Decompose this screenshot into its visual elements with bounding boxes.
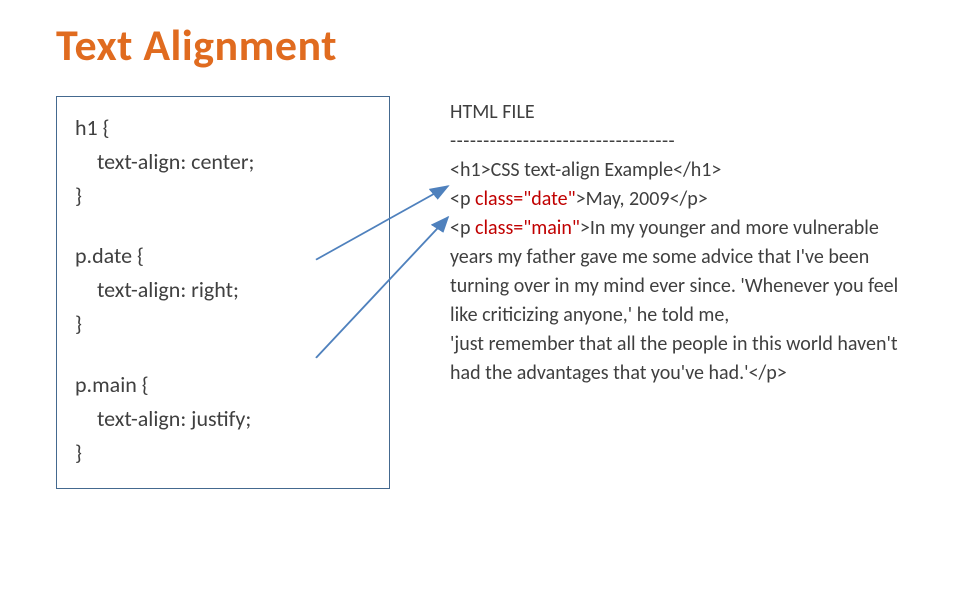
- tag-attr: class="date": [475, 187, 576, 211]
- html-line-main-cont: 'just remember that all the people in th…: [450, 330, 904, 388]
- css-selector: h1 {: [75, 114, 110, 141]
- css-selector: p.main {: [75, 371, 149, 398]
- slide-title: Text Alignment: [56, 18, 904, 72]
- css-rule-h1: h1 { text-align: center; }: [75, 111, 371, 213]
- tag-close: </p>: [749, 361, 787, 385]
- html-header: HTML FILE: [450, 98, 904, 127]
- tag-text: 'just remember that all the people in th…: [450, 332, 898, 385]
- css-code-box: h1 { text-align: center; } p.date { text…: [56, 96, 390, 489]
- slide: Text Alignment h1 { text-align: center; …: [0, 0, 960, 600]
- tag-close: </p>: [670, 187, 708, 211]
- tag-open: <p: [450, 216, 475, 240]
- content-row: h1 { text-align: center; } p.date { text…: [56, 96, 904, 489]
- tag-gt: >: [576, 187, 586, 211]
- css-rule-main: p.main { text-align: justify; }: [75, 368, 371, 470]
- css-property: text-align: justify;: [75, 402, 371, 436]
- html-divider: ----------------------------------: [450, 127, 904, 156]
- tag-gt: >: [580, 216, 590, 240]
- html-line-h1: <h1>CSS text-align Example</h1>: [450, 156, 904, 185]
- tag-open: <h1>: [450, 158, 491, 182]
- css-rule-date: p.date { text-align: right; }: [75, 239, 371, 341]
- tag-close: </h1>: [673, 158, 721, 182]
- css-property: text-align: right;: [75, 273, 371, 307]
- html-code-column: HTML FILE ------------------------------…: [450, 96, 904, 489]
- tag-open: <p: [450, 187, 475, 211]
- html-line-main: <p class="main">In my younger and more v…: [450, 214, 904, 330]
- css-close-brace: }: [75, 310, 82, 337]
- css-close-brace: }: [75, 182, 82, 209]
- tag-attr: class="main": [475, 216, 580, 240]
- html-line-date: <p class="date">May, 2009</p>: [450, 185, 904, 214]
- tag-text: CSS text-align Example: [491, 158, 674, 182]
- css-property: text-align: center;: [75, 145, 371, 179]
- css-selector: p.date {: [75, 242, 144, 269]
- css-close-brace: }: [75, 439, 82, 466]
- tag-text: May, 2009: [586, 187, 670, 211]
